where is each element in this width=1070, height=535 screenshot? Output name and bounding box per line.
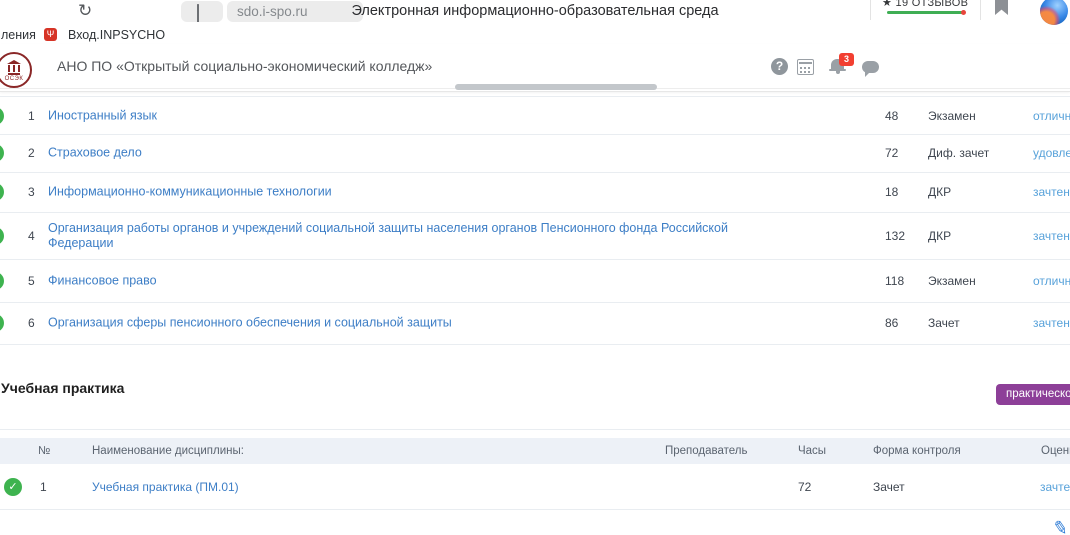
reviews-dot — [961, 10, 966, 15]
reviews-underline — [887, 11, 963, 14]
reviews-button[interactable]: ★ 19 ОТЗЫВОВ — [882, 0, 970, 16]
row-number: 1 — [28, 109, 35, 123]
completed-check-icon: ✓ — [0, 227, 4, 245]
col-header-num: № — [38, 445, 50, 457]
col-header-hours: Часы — [798, 445, 826, 457]
bookmark-item-vhod-inpsycho[interactable]: Вход.INPSYCHO — [68, 28, 165, 42]
row-number: 5 — [28, 274, 35, 288]
hours-value: 72 — [885, 146, 898, 160]
grade-link[interactable]: зачтено — [1033, 185, 1070, 199]
completed-check-icon: ✓ — [0, 272, 4, 290]
row-number: 3 — [28, 185, 35, 199]
control-form: Экзамен — [928, 109, 976, 123]
section-title-practice: Учебная практика — [1, 380, 124, 396]
bookmark-item-truncated[interactable]: ления — [1, 28, 36, 42]
grades-row-5: ✓ 5 Финансовое право 118 Экзамен отлично — [0, 259, 1070, 303]
control-form: Зачет — [873, 480, 905, 494]
completed-check-icon: ✓ — [0, 314, 4, 332]
col-header-grade: Оценка — [1041, 445, 1070, 457]
grade-link[interactable]: отлично — [1033, 274, 1070, 288]
help-icon[interactable]: ? — [771, 58, 788, 75]
toolbar-divider — [870, 0, 871, 20]
control-form: ДКР — [928, 185, 951, 199]
col-header-control: Форма контроля — [873, 445, 961, 457]
discipline-link[interactable]: Финансовое право — [48, 273, 157, 288]
grade-link[interactable]: зачтено — [1033, 316, 1070, 330]
grades-row-1: ✓ 1 Иностранный язык 48 Экзамен отлично — [0, 96, 1070, 135]
edit-fab-icon[interactable]: ✎ — [1051, 517, 1070, 535]
grade-link[interactable]: отлично — [1033, 109, 1070, 123]
row-number: 2 — [28, 146, 35, 160]
notification-badge: 3 — [839, 53, 854, 66]
profile-avatar[interactable] — [1040, 0, 1068, 25]
star-icon: ★ — [882, 0, 892, 9]
grade-link[interactable]: удовлетворительно — [1033, 146, 1070, 160]
hours-value: 48 — [885, 109, 898, 123]
hours-value: 18 — [885, 185, 898, 199]
bookmarks-bar: ления Ψ Вход.INPSYCHO — [0, 26, 1070, 45]
practice-badge: практическое — [996, 384, 1070, 405]
grades-row-3: ✓ 3 Информационно-коммуникационные техно… — [0, 172, 1070, 213]
row-number: 6 — [28, 316, 35, 330]
notifications-bell-icon[interactable]: 3 — [830, 58, 848, 76]
hours-value: 132 — [885, 229, 905, 243]
discipline-link[interactable]: Иностранный язык — [48, 108, 157, 123]
control-form: Экзамен — [928, 274, 976, 288]
completed-check-icon: ✓ — [0, 144, 4, 162]
messages-icon[interactable] — [862, 61, 879, 73]
grades-row-2: ✓ 2 Страховое дело 72 Диф. зачет удовлет… — [0, 133, 1070, 173]
calendar-icon[interactable] — [797, 59, 814, 75]
hours-value: 86 — [885, 316, 898, 330]
practice-table-header: № Наименование дисциплины: Преподаватель… — [0, 438, 1070, 464]
browser-window: ↻ sdo.i-spo.ru Электронная информационно… — [0, 0, 1070, 535]
control-form: ДКР — [928, 229, 951, 243]
reviews-label: 19 ОТЗЫВОВ — [896, 0, 969, 9]
college-logo[interactable]: ОСЭК — [0, 52, 34, 90]
col-header-teacher: Преподаватель — [665, 445, 748, 457]
horizontal-scrollbar-thumb[interactable] — [455, 84, 657, 90]
completed-check-icon: ✓ — [4, 478, 22, 496]
grades-row-4: ✓ 4 Организация работы органов и учрежде… — [0, 212, 1070, 260]
college-name: АНО ПО «Открытый социально-экономический… — [57, 58, 432, 74]
practice-row-1: ✓ 1 Учебная практика (ПМ.01) 72 Зачет за… — [0, 464, 1070, 510]
hours-value: 72 — [798, 480, 811, 494]
row-number: 4 — [28, 229, 35, 243]
logo-caption: ОСЭК — [0, 76, 30, 82]
logo-seal: ОСЭК — [0, 52, 32, 88]
discipline-link[interactable]: Организация работы органов и учреждений … — [48, 221, 748, 251]
hours-value: 118 — [885, 274, 904, 288]
discipline-link[interactable]: Страховое дело — [48, 145, 142, 160]
grade-link[interactable]: зачтено — [1033, 229, 1070, 243]
table-top-border — [0, 429, 1070, 430]
grades-row-6: ✓ 6 Организация сферы пенсионного обеспе… — [0, 302, 1070, 345]
toolbar-divider — [980, 0, 981, 20]
browser-titlebar: ↻ sdo.i-spo.ru Электронная информационно… — [0, 0, 1070, 26]
control-form: Зачет — [928, 316, 960, 330]
row-number: 1 — [40, 480, 47, 494]
bookmark-favicon-icon: Ψ — [44, 28, 57, 41]
completed-check-icon: ✓ — [0, 107, 4, 125]
practice-discipline-link[interactable]: Учебная практика (ПМ.01) — [92, 480, 239, 494]
discipline-link[interactable]: Организация сферы пенсионного обеспечени… — [48, 316, 452, 331]
grade-link[interactable]: зачтено — [1040, 480, 1070, 494]
control-form: Диф. зачет — [928, 146, 989, 160]
completed-check-icon: ✓ — [0, 183, 4, 201]
col-header-name: Наименование дисциплины: — [92, 445, 244, 457]
discipline-link[interactable]: Информационно-коммуникационные технологи… — [48, 185, 332, 200]
